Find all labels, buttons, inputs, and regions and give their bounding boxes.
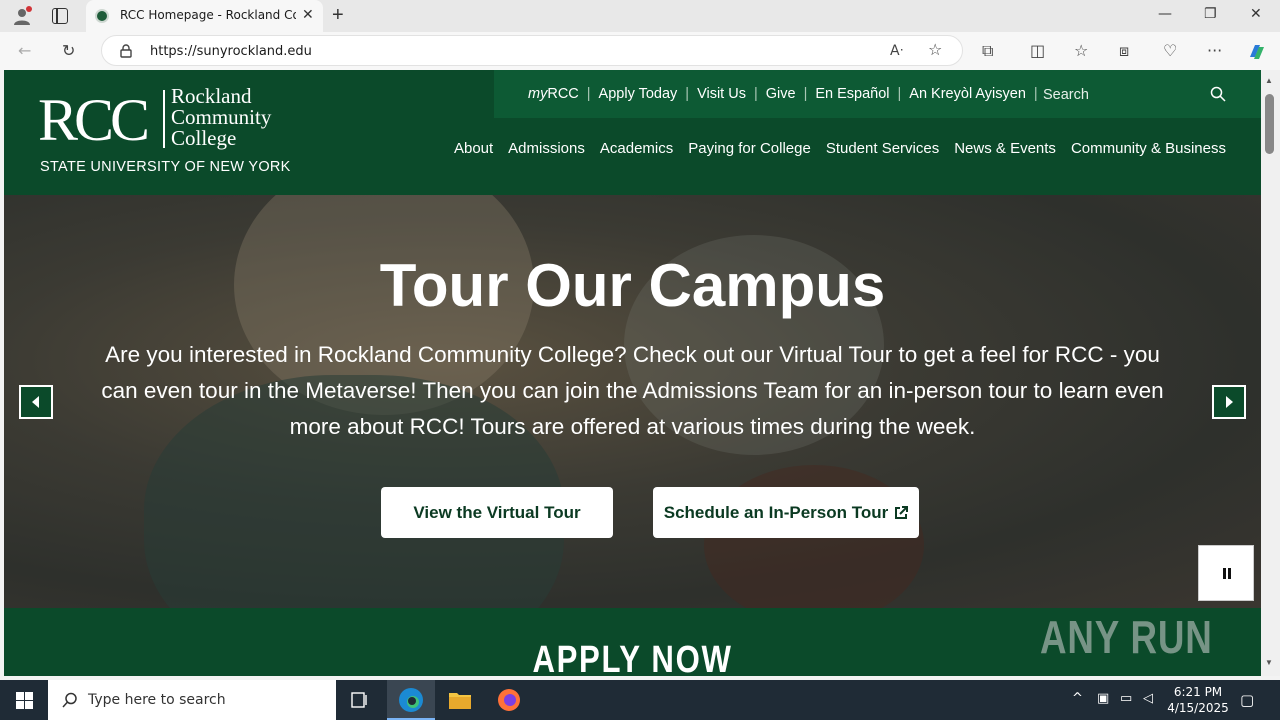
utility-bar: myRCC | Apply Today | Visit Us | Give | … bbox=[494, 70, 1261, 118]
firefox-icon[interactable] bbox=[485, 680, 533, 720]
new-tab-icon[interactable]: + bbox=[332, 4, 344, 27]
hero-carousel: Tour Our Campus Are you interested in Ro… bbox=[4, 195, 1261, 608]
edge-taskbar-icon[interactable] bbox=[387, 680, 435, 720]
utility-separator: | bbox=[586, 86, 591, 102]
search-icon bbox=[62, 692, 77, 708]
split-screen-icon[interactable]: ◫ bbox=[1030, 41, 1045, 61]
hero-title: Tour Our Campus bbox=[379, 252, 886, 319]
notifications-icon[interactable]: ▢ bbox=[1240, 691, 1254, 709]
taskbar-search-box[interactable]: Type here to search bbox=[48, 680, 336, 720]
utility-link-kreyol[interactable]: An Kreyòl Ayisyen bbox=[909, 86, 1026, 102]
carousel-prev-button[interactable] bbox=[19, 385, 53, 419]
browser-tab-active[interactable]: RCC Homepage - Rockland Com ✕ bbox=[86, 0, 323, 32]
logo-name-line: Rockland bbox=[171, 84, 252, 108]
clock-date: 4/15/2025 bbox=[1167, 701, 1229, 715]
carousel-next-button[interactable] bbox=[1212, 385, 1246, 419]
nav-academics[interactable]: Academics bbox=[600, 140, 673, 157]
chevron-left-icon bbox=[32, 396, 39, 408]
page-scrollbar[interactable]: ▲ ▼ bbox=[1261, 70, 1280, 676]
scroll-up-icon[interactable]: ▲ bbox=[1265, 76, 1273, 85]
external-link-icon bbox=[895, 505, 909, 519]
view-virtual-tour-button[interactable]: View the Virtual Tour bbox=[381, 487, 613, 538]
restore-icon[interactable]: ❐ bbox=[1204, 6, 1217, 22]
site-header: RCC Rockland Community College STATE UNI… bbox=[4, 70, 1261, 195]
address-bar[interactable]: https://sunyrockland.edu Aᐧ ☆ bbox=[101, 35, 963, 66]
logo-divider bbox=[163, 90, 165, 148]
search-icon[interactable] bbox=[1210, 86, 1226, 102]
nav-about[interactable]: About bbox=[454, 140, 493, 157]
site-search-input[interactable] bbox=[1043, 81, 1233, 109]
tab-actions-icon[interactable] bbox=[52, 8, 68, 24]
myrcc-prefix: my bbox=[528, 86, 548, 102]
taskbar-search-placeholder: Type here to search bbox=[88, 692, 226, 708]
button-label: View the Virtual Tour bbox=[413, 502, 581, 522]
utility-separator: | bbox=[803, 86, 808, 102]
scroll-thumb[interactable] bbox=[1265, 94, 1274, 154]
logo-name-line: College bbox=[171, 126, 237, 150]
tray-device-icon[interactable]: ▣ bbox=[1097, 691, 1109, 706]
chevron-right-icon bbox=[1226, 396, 1233, 408]
clock-time: 6:21 PM bbox=[1173, 685, 1223, 699]
refresh-icon[interactable]: ↻ bbox=[62, 41, 75, 61]
back-icon[interactable]: ← bbox=[18, 41, 31, 61]
utility-link-apply[interactable]: Apply Today bbox=[599, 86, 678, 102]
favorites-icon[interactable]: ☆ bbox=[1074, 41, 1088, 61]
collections-icon[interactable]: ⧈ bbox=[1119, 41, 1129, 61]
carousel-pause-button[interactable] bbox=[1198, 545, 1254, 601]
network-icon[interactable]: ▭ bbox=[1120, 691, 1132, 706]
nav-news-events[interactable]: News & Events bbox=[954, 140, 1056, 157]
tab-title: RCC Homepage - Rockland Com bbox=[120, 8, 296, 22]
nav-paying-for-college[interactable]: Paying for College bbox=[688, 140, 811, 157]
volume-icon[interactable]: ◁ bbox=[1143, 691, 1153, 706]
web-page: RCC Rockland Community College STATE UNI… bbox=[4, 70, 1261, 676]
performance-icon[interactable]: ♡ bbox=[1163, 41, 1177, 61]
button-label: Schedule an In-Person Tour bbox=[663, 502, 889, 522]
site-favicon-icon bbox=[95, 9, 109, 23]
windows-start-icon[interactable] bbox=[16, 692, 33, 709]
main-nav: About Admissions Academics Paying for Co… bbox=[454, 140, 1226, 157]
extensions-icon[interactable]: ⧉ bbox=[982, 41, 993, 61]
tray-chevron-up-icon[interactable]: ^ bbox=[1072, 691, 1083, 706]
myrcc-suffix: RCC bbox=[547, 86, 579, 102]
schedule-in-person-tour-button[interactable]: Schedule an In-Person Tour bbox=[653, 487, 919, 538]
file-explorer-icon[interactable] bbox=[436, 680, 484, 720]
browser-toolbar: ← ↻ https://sunyrockland.edu Aᐧ ☆ ⧉ ◫ ☆ … bbox=[0, 32, 1280, 70]
scroll-down-icon[interactable]: ▼ bbox=[1265, 658, 1273, 667]
nav-community-business[interactable]: Community & Business bbox=[1071, 140, 1226, 157]
lock-icon[interactable] bbox=[120, 44, 132, 58]
browser-tab-bar: RCC Homepage - Rockland Com ✕ + — ❐ ✕ bbox=[0, 0, 1280, 32]
utility-separator: | bbox=[897, 86, 902, 102]
system-clock[interactable]: 6:21 PM 4/15/2025 bbox=[1166, 684, 1230, 716]
hero-description: Are you interested in Rockland Community… bbox=[101, 342, 1164, 439]
url-text[interactable]: https://sunyrockland.edu bbox=[150, 44, 312, 59]
logo-college-name[interactable]: Rockland Community College bbox=[171, 86, 271, 149]
anyrun-watermark: ANY RUN bbox=[1040, 611, 1213, 663]
utility-link-espanol[interactable]: En Español bbox=[815, 86, 889, 102]
read-aloud-icon[interactable]: Aᐧ bbox=[890, 41, 903, 61]
more-menu-icon[interactable]: ··· bbox=[1207, 41, 1222, 61]
copilot-icon[interactable] bbox=[1246, 41, 1268, 63]
nav-admissions[interactable]: Admissions bbox=[508, 140, 585, 157]
utility-link-give[interactable]: Give bbox=[766, 86, 796, 102]
minimize-icon[interactable]: — bbox=[1158, 6, 1172, 22]
tab-close-icon[interactable]: ✕ bbox=[302, 6, 314, 23]
utility-separator: | bbox=[1033, 86, 1038, 102]
task-view-icon[interactable] bbox=[336, 680, 384, 720]
nav-student-services[interactable]: Student Services bbox=[826, 140, 939, 157]
utility-link-visit[interactable]: Visit Us bbox=[697, 86, 746, 102]
utility-separator: | bbox=[685, 86, 690, 102]
logo-name-line: Community bbox=[171, 105, 272, 129]
apply-now-title[interactable]: APPLY NOW bbox=[117, 639, 1148, 676]
logo-rcc[interactable]: RCC bbox=[38, 90, 150, 150]
utility-link-myrcc[interactable]: myRCC bbox=[528, 86, 579, 102]
logo-suny: STATE UNIVERSITY OF NEW YORK bbox=[40, 159, 291, 175]
utility-separator: | bbox=[753, 86, 758, 102]
window-close-icon[interactable]: ✕ bbox=[1250, 6, 1262, 22]
windows-taskbar: Type here to search ^ ▣ ▭ ◁ 6:21 PM 4/15… bbox=[0, 680, 1280, 720]
favorite-star-icon[interactable]: ☆ bbox=[928, 40, 942, 60]
profile-icon[interactable] bbox=[12, 6, 32, 26]
